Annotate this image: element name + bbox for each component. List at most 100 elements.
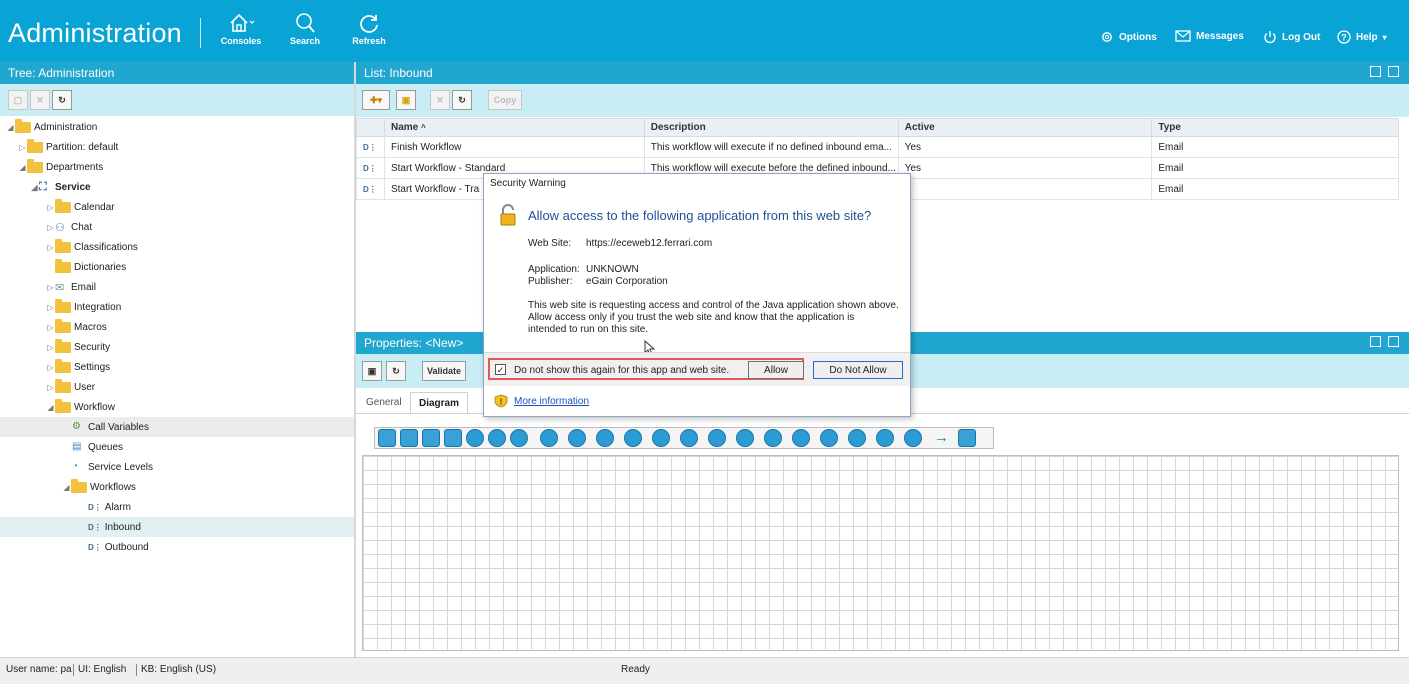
refresh-button[interactable]: Refresh: [348, 12, 390, 46]
tree-item-label: Partition: default: [46, 141, 119, 153]
node-icon[interactable]: [510, 429, 528, 447]
list-delete-button[interactable]: ✕: [430, 90, 450, 110]
tree-new-button[interactable]: ▢: [8, 90, 28, 110]
validate-button[interactable]: Validate: [422, 361, 466, 381]
node-icon[interactable]: [488, 429, 506, 447]
tree-item-email[interactable]: ▷ ✉ Email: [0, 277, 354, 297]
node-icon[interactable]: [422, 429, 440, 447]
tree-item-label: Macros: [74, 321, 107, 333]
tree-item-service[interactable]: ◢ ⛶ Service: [0, 177, 354, 197]
tree-item-departments[interactable]: ◢ Departments: [0, 157, 354, 177]
tree-item-service-levels[interactable]: ◔ Service Levels: [0, 457, 354, 477]
tree-item-calendar[interactable]: ▷ Calendar: [0, 197, 354, 217]
column-header-active[interactable]: Active: [897, 118, 1153, 137]
tree-item-outbound[interactable]: D⋮ Outbound: [0, 537, 354, 557]
list-copy-button[interactable]: Copy: [488, 90, 522, 110]
tab-diagram[interactable]: Diagram: [410, 392, 469, 414]
cell-type: Email: [1151, 178, 1399, 200]
application-value: UNKNOWN: [586, 264, 639, 275]
tree-item-macros[interactable]: ▷ Macros: [0, 317, 354, 337]
node-icon[interactable]: [904, 429, 922, 447]
node-icon[interactable]: [764, 429, 782, 447]
end-node-icon[interactable]: [958, 429, 976, 447]
tree-refresh-button[interactable]: ↻: [52, 90, 72, 110]
messages-button[interactable]: Messages: [1175, 30, 1244, 42]
tree-item-partition[interactable]: ▷ Partition: default: [0, 137, 354, 157]
app-header: Administration Consoles Search Refresh O…: [0, 0, 1409, 62]
consoles-button[interactable]: Consoles: [218, 12, 264, 46]
tree-panel-title: Tree: Administration: [0, 62, 354, 84]
options-button[interactable]: Options: [1100, 30, 1157, 44]
tree-item-chat[interactable]: ▷ ⚇ Chat: [0, 217, 354, 237]
tab-general[interactable]: General: [358, 392, 410, 414]
node-icon[interactable]: [596, 429, 614, 447]
node-icon[interactable]: [680, 429, 698, 447]
status-separator: [136, 664, 137, 676]
node-icon[interactable]: [876, 429, 894, 447]
folder-icon: [55, 338, 71, 353]
node-icon[interactable]: [624, 429, 642, 447]
node-icon[interactable]: [568, 429, 586, 447]
properties-refresh-button[interactable]: ↻: [386, 361, 406, 381]
status-user: User name: pa: [6, 664, 72, 675]
tree-item-dictionaries[interactable]: Dictionaries: [0, 257, 354, 277]
minimize-icon[interactable]: [1370, 336, 1381, 347]
list-new-button[interactable]: ✚▾: [362, 90, 390, 110]
folder-icon: [55, 258, 71, 273]
list-new-folder-button[interactable]: ▣: [396, 90, 416, 110]
tree-item-call-variables[interactable]: ⚙ Call Variables: [0, 417, 354, 437]
help-button[interactable]: ? Help ▾: [1337, 30, 1387, 44]
tree-item-settings[interactable]: ▷ Settings: [0, 357, 354, 377]
node-icon[interactable]: [848, 429, 866, 447]
node-icon[interactable]: [444, 429, 462, 447]
tree-item-label: Email: [71, 281, 97, 293]
tree-item-integration[interactable]: ▷ Integration: [0, 297, 354, 317]
chevron-down-icon: ▾: [1382, 32, 1387, 42]
start-node-icon[interactable]: [378, 429, 396, 447]
node-icon[interactable]: [792, 429, 810, 447]
tree-delete-button[interactable]: ✕: [30, 90, 50, 110]
tree-item-user[interactable]: ▷ User: [0, 377, 354, 397]
node-icon[interactable]: [466, 429, 484, 447]
more-information-link[interactable]: More information: [514, 396, 589, 407]
minimize-icon[interactable]: [1370, 66, 1381, 77]
allow-button[interactable]: Allow: [748, 361, 804, 379]
maximize-icon[interactable]: [1388, 336, 1399, 347]
workflow-icon: D⋮: [88, 522, 102, 532]
column-header-name[interactable]: Name ^: [383, 118, 645, 137]
node-icon[interactable]: [652, 429, 670, 447]
connector-arrow-icon[interactable]: →: [934, 429, 954, 447]
search-icon: [296, 13, 315, 33]
table-row[interactable]: D⋮ Finish Workflow This workflow will ex…: [356, 136, 1399, 158]
maximize-icon[interactable]: [1388, 66, 1399, 77]
tree-item-inbound[interactable]: D⋮ Inbound: [0, 517, 354, 537]
tree-item-classifications[interactable]: ▷ Classifications: [0, 237, 354, 257]
tree-item-alarm[interactable]: D⋮ Alarm: [0, 497, 354, 517]
tree-item-queues[interactable]: ▤ Queues: [0, 437, 354, 457]
options-label: Options: [1119, 31, 1157, 43]
logout-button[interactable]: Log Out: [1263, 30, 1320, 44]
do-not-allow-button[interactable]: Do Not Allow: [813, 361, 903, 379]
tree-item-security[interactable]: ▷ Security: [0, 337, 354, 357]
tree-item-workflows[interactable]: ◢ Workflows: [0, 477, 354, 497]
list-refresh-button[interactable]: ↻: [452, 90, 472, 110]
expanded-arrow-icon: ◢: [63, 482, 70, 492]
sort-ascending-icon: ^: [421, 123, 426, 132]
node-icon[interactable]: [708, 429, 726, 447]
column-header-description[interactable]: Description: [643, 118, 899, 137]
tree-item-administration[interactable]: ◢ Administration: [0, 117, 354, 137]
search-button[interactable]: Search: [285, 12, 325, 46]
dont-show-checkbox[interactable]: ✓: [495, 364, 506, 375]
save-button[interactable]: ▣: [362, 361, 382, 381]
home-icon: [230, 13, 255, 32]
node-icon[interactable]: [400, 429, 418, 447]
tree-item-label: Workflows: [90, 481, 136, 493]
node-icon[interactable]: [736, 429, 754, 447]
node-icon[interactable]: [540, 429, 558, 447]
cell-type: Email: [1151, 136, 1399, 158]
diagram-canvas[interactable]: [362, 455, 1399, 651]
email-icon: ✉: [55, 281, 65, 294]
node-icon[interactable]: [820, 429, 838, 447]
column-header-type[interactable]: Type: [1151, 118, 1399, 137]
tree-item-workflow[interactable]: ◢ Workflow: [0, 397, 354, 417]
